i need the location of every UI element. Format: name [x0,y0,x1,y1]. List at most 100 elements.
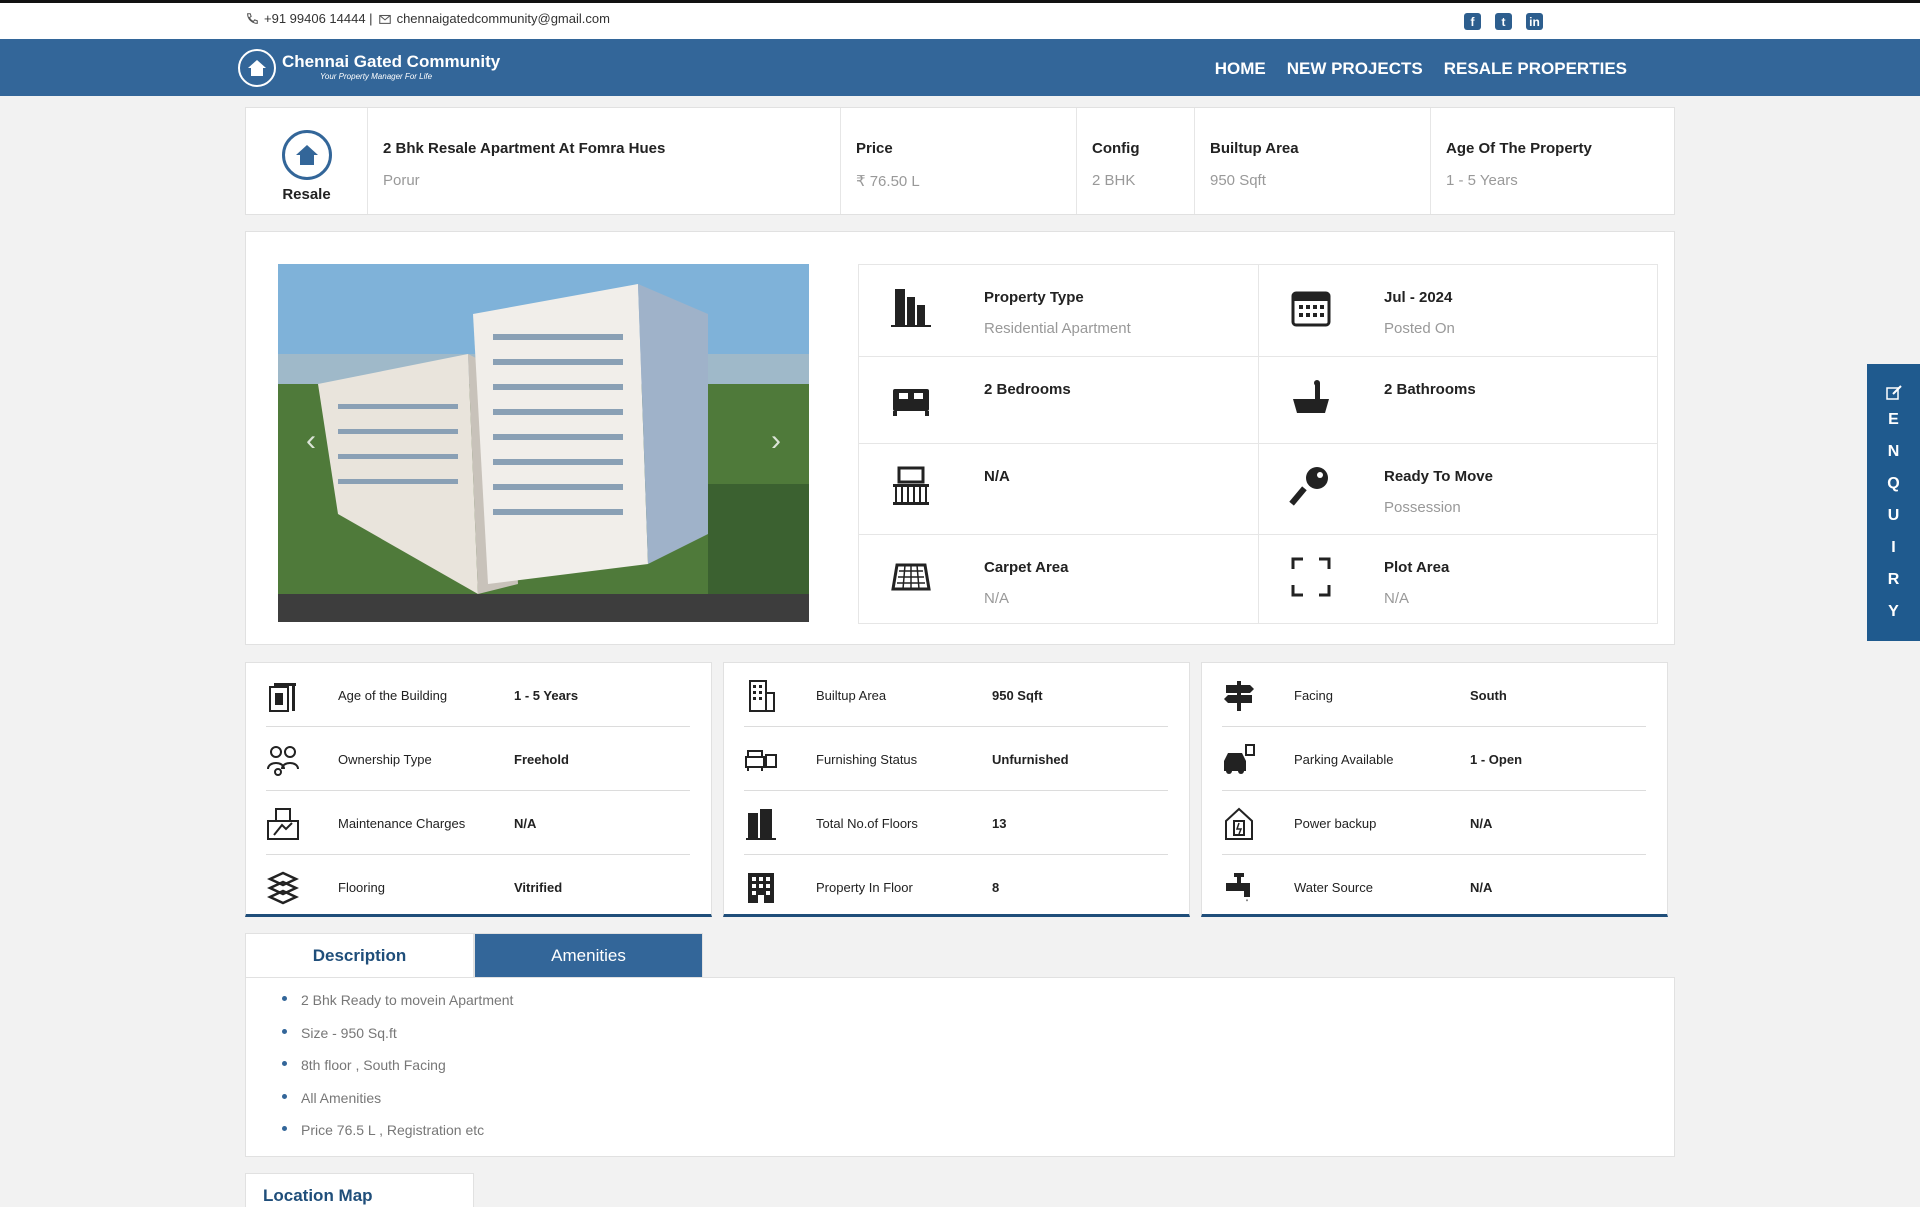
enquiry-letter: Y [1888,603,1899,620]
feature-title: 2 Bedrooms [984,381,1071,398]
property-overview: ‹ › Property Type Residential Apartment … [245,231,1675,645]
detail-value: 8 [992,880,1000,895]
main-navbar: Chennai Gated Community Your Property Ma… [0,39,1920,96]
feature-carpet-area: Carpet Area N/A [859,535,1259,624]
phone-number[interactable]: +91 99406 14444 | [264,11,373,26]
feature-title: Property Type [984,289,1084,306]
brand-name: Chennai Gated Community [282,52,501,71]
building-icon [891,289,931,327]
list-item: Size - 950 Sq.ft [282,1025,1674,1058]
feature-posted-on: Jul - 2024 Posted On [1258,265,1658,357]
detail-value: South [1470,688,1507,703]
tab-description[interactable]: Description [245,933,474,978]
feature-sub: N/A [984,590,1010,607]
detail-label: Power backup [1294,816,1377,831]
detail-row: Ownership Type Freehold [266,727,690,791]
detail-label: Furnishing Status [816,752,918,767]
feature-sub: Posted On [1384,320,1455,337]
enquiry-letter: U [1887,507,1900,524]
water-tap-icon [1226,873,1250,902]
feature-sub: Residential Apartment [984,320,1131,337]
enquiry-letter: R [1887,571,1900,588]
social-links: f t in [1464,13,1543,30]
list-item: 8th floor , South Facing [282,1057,1674,1090]
plot-area-icon [1291,557,1331,597]
detail-value: Freehold [514,752,569,767]
property-photo-carousel[interactable]: ‹ › [278,264,809,622]
property-location: Porur [383,172,420,189]
age-value: 1 - 5 Years [1446,172,1518,189]
enquiry-letter: E [1888,411,1899,428]
feature-possession: Ready To Move Possession [1258,444,1658,535]
brand-tagline: Your Property Manager For Life [320,72,433,81]
facebook-icon[interactable]: f [1464,13,1481,30]
parking-icon [1224,744,1255,774]
detail-label: Age of the Building [338,688,448,703]
carousel-prev-icon[interactable]: ‹ [306,424,316,458]
detail-label: Builtup Area [816,688,887,703]
summary-price-col: Price ₹ 76.50 L [841,108,1077,214]
list-item: 2 Bhk Ready to movein Apartment [282,992,1674,1025]
power-backup-icon [1225,807,1253,840]
details-card-1: Age of the Building 1 - 5 Years Ownershi… [245,662,712,917]
site-logo[interactable]: Chennai Gated Community Your Property Ma… [238,49,500,87]
nav-menu: HOME NEW PROJECTS RESALE PROPERTIES [1215,59,1627,79]
detail-label: Maintenance Charges [338,816,466,831]
email-link[interactable]: chennaigatedcommunity@gmail.com [397,11,610,26]
detail-value: 1 - 5 Years [514,688,579,703]
detail-row: Furnishing Status Unfurnished [744,727,1168,791]
twitter-icon[interactable]: t [1495,13,1512,30]
builtup-label: Builtup Area [1210,140,1299,157]
detail-row: Parking Available 1 - Open [1222,727,1646,791]
building-render-image [278,264,809,622]
tab-amenities[interactable]: Amenities [474,933,703,978]
summary-title-col: 2 Bhk Resale Apartment At Fomra Hues Por… [368,108,841,214]
enquiry-label: ENQUIRY [1867,404,1920,628]
location-map-tab[interactable]: Location Map [245,1173,474,1207]
maintenance-icon [267,808,299,840]
linkedin-icon[interactable]: in [1526,13,1543,30]
summary-config-col: Config 2 BHK [1077,108,1195,214]
detail-value: Vitrified [514,880,563,895]
list-item: All Amenities [282,1090,1674,1123]
detail-value: N/A [1470,816,1493,831]
property-summary: Resale 2 Bhk Resale Apartment At Fomra H… [245,107,1675,215]
enquiry-letter: N [1887,443,1900,460]
furniture-icon [745,750,777,771]
listing-type-badge: Resale [246,108,368,214]
builtup-value: 950 Sqft [1210,172,1266,189]
detail-label: Water Source [1294,880,1373,895]
carpet-icon [891,563,931,591]
feature-balcony: N/A [859,444,1259,535]
carousel-next-icon[interactable]: › [771,424,781,458]
details-card-3: Facing South Parking Available 1 - Open … [1201,662,1668,917]
detail-value: N/A [1470,880,1493,895]
contact-bar: +91 99406 14444 | chennaigatedcommunity@… [0,3,1920,39]
content-tabs: Description Amenities [245,933,703,978]
feature-bathrooms: 2 Bathrooms [1258,357,1658,444]
bathtub-icon [1293,380,1329,413]
ownership-icon [267,746,299,776]
feature-title: 2 Bathrooms [1384,381,1476,398]
feature-plot-area: Plot Area N/A [1258,535,1658,624]
detail-row: Flooring Vitrified [266,855,690,919]
nav-resale-properties[interactable]: RESALE PROPERTIES [1444,59,1627,79]
nav-new-projects[interactable]: NEW PROJECTS [1287,59,1423,79]
feature-bedrooms: 2 Bedrooms [859,357,1259,444]
contact-info: +91 99406 14444 | chennaigatedcommunity@… [245,11,610,26]
enquiry-letter: I [1891,539,1896,556]
phone-icon [247,12,258,24]
enquiry-letter: Q [1887,475,1900,492]
nav-home[interactable]: HOME [1215,59,1266,79]
detail-row: Total No.of Floors 13 [744,791,1168,855]
detail-row: Facing South [1222,663,1646,727]
detail-label: Ownership Type [338,752,432,767]
summary-age-col: Age Of The Property 1 - 5 Years [1431,108,1674,214]
detail-row: Age of the Building 1 - 5 Years [266,663,690,727]
detail-row: Builtup Area 950 Sqft [744,663,1168,727]
detail-row: Maintenance Charges N/A [266,791,690,855]
description-list: 2 Bhk Ready to movein Apartment Size - 9… [246,978,1674,1155]
enquiry-button[interactable]: ENQUIRY [1867,364,1920,641]
detail-value: Unfurnished [992,752,1069,767]
list-item: Price 76.5 L , Registration etc [282,1122,1674,1155]
